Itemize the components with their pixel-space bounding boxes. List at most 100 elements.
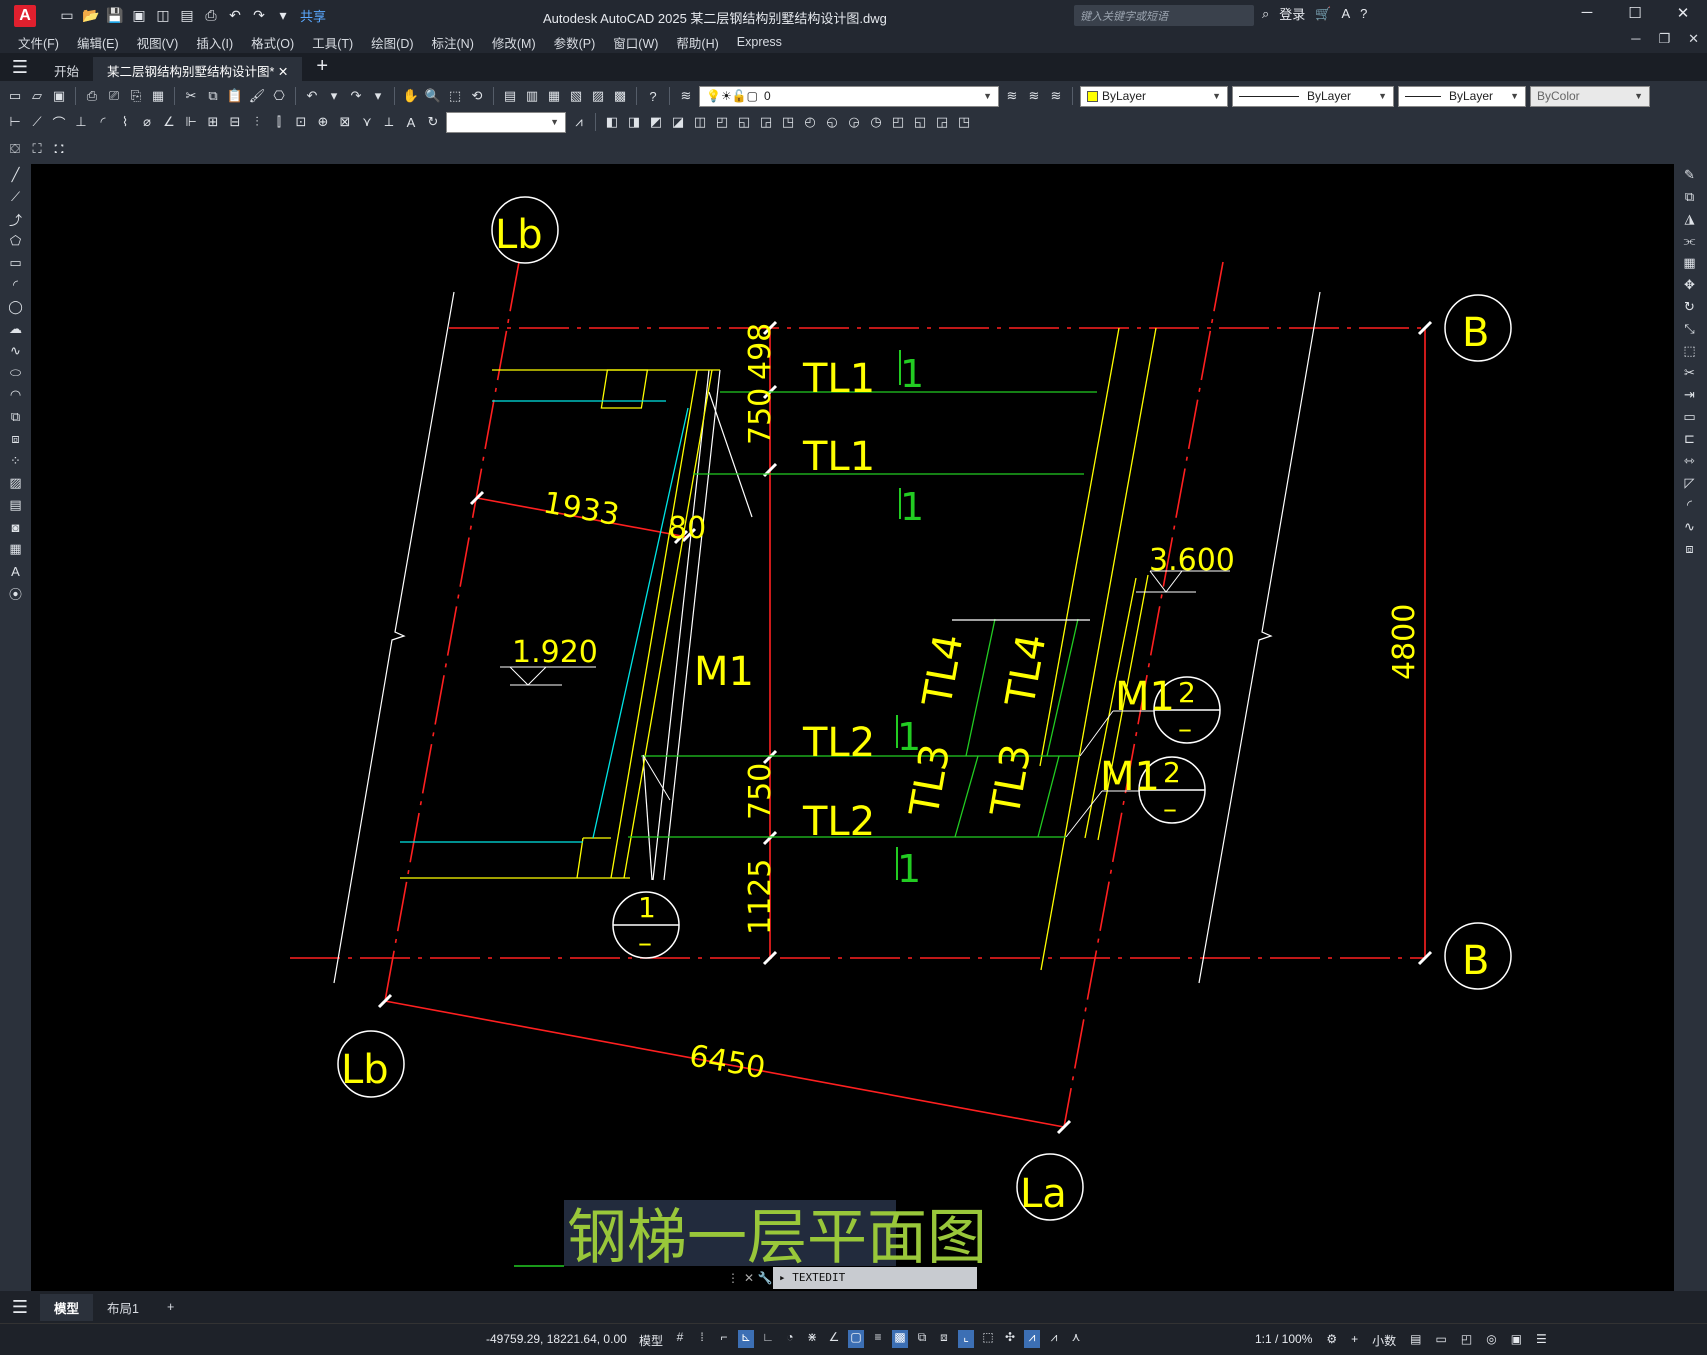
calculator-icon[interactable]: ▩	[611, 87, 629, 105]
selection-filter-icon[interactable]: ⬚	[980, 1330, 996, 1348]
layer-properties-icon[interactable]: ≋	[677, 87, 695, 105]
spline-icon[interactable]: ∿	[0, 340, 31, 362]
scale-icon[interactable]: ⤡	[1674, 318, 1705, 340]
ellipse-arc-icon[interactable]: ◠	[0, 384, 31, 406]
dim-style-dropdown[interactable]: ▼	[446, 111, 566, 133]
grip-icon[interactable]: ⋮	[725, 1271, 741, 1285]
zoom-window-icon[interactable]: ⬚	[446, 87, 464, 105]
arc-icon[interactable]: ◜	[0, 274, 31, 296]
region-icon[interactable]: ◙	[0, 516, 31, 538]
graphics-performance-icon[interactable]: ◎	[1486, 1332, 1496, 1349]
table-icon[interactable]: ▦	[0, 538, 31, 560]
shell-icon[interactable]: ◲	[933, 113, 951, 131]
object-snap-icon[interactable]: ▢	[848, 1330, 864, 1348]
circle-icon[interactable]: ◯	[0, 296, 31, 318]
dim-edit-icon[interactable]: ⟂	[380, 113, 398, 131]
section-plane-icon[interactable]: ◰	[889, 113, 907, 131]
add-layout-button[interactable]: +	[153, 1296, 188, 1318]
union-icon[interactable]: ◴	[801, 113, 819, 131]
mtext-icon[interactable]: A	[0, 560, 31, 582]
layer-state-icon[interactable]: ≋	[1047, 87, 1065, 105]
match-properties-icon[interactable]: ⛋	[6, 140, 24, 158]
workspace-gear-icon[interactable]: ⚙	[1326, 1332, 1337, 1349]
menu-insert[interactable]: 插入(I)	[196, 33, 233, 52]
layer-iso-icon[interactable]: ⛚	[50, 140, 68, 158]
redo-dropdown-icon[interactable]: ▾	[369, 87, 387, 105]
break-icon[interactable]: ⊏	[1674, 428, 1705, 450]
dim-diameter-icon[interactable]: ⌀	[138, 113, 156, 131]
pan-icon[interactable]: ✋	[402, 87, 420, 105]
color-dropdown[interactable]: ByLayer ▼	[1080, 85, 1228, 107]
cut-icon[interactable]: ✂	[182, 87, 200, 105]
tolerance-icon[interactable]: ⊡	[292, 113, 310, 131]
break-at-point-icon[interactable]: ▭	[1674, 406, 1705, 428]
annotation-monitor-icon[interactable]: +	[1351, 1332, 1358, 1349]
menu-file[interactable]: 文件(F)	[18, 33, 59, 52]
menu-help[interactable]: 帮助(H)	[676, 33, 718, 52]
sheet-set-icon[interactable]: ▧	[567, 87, 585, 105]
search-icon[interactable]: ⌕	[1262, 6, 1269, 22]
annotation-visibility-icon[interactable]: ⩘	[1024, 1330, 1040, 1348]
redo-icon[interactable]: ↷	[347, 87, 365, 105]
plot-icon[interactable]: ⎙	[83, 87, 101, 105]
gradient-icon[interactable]: ▤	[0, 494, 31, 516]
inspection-icon[interactable]: ⊠	[336, 113, 354, 131]
annotation-scale-value[interactable]: 1:1 / 100%	[1255, 1332, 1312, 1349]
cart-icon[interactable]: 🛒	[1315, 6, 1331, 22]
zoom-realtime-icon[interactable]: 🔍	[424, 87, 442, 105]
open-web-icon[interactable]: ◫	[154, 7, 172, 25]
fillet-edge-icon[interactable]: ◱	[911, 113, 929, 131]
new-tab-button[interactable]: +	[302, 55, 342, 81]
copy-icon[interactable]: ⧉	[204, 87, 222, 105]
array-icon[interactable]: ▦	[1674, 252, 1705, 274]
presspull-icon[interactable]: ◰	[713, 113, 731, 131]
close-command-icon[interactable]: ✕	[741, 1271, 757, 1285]
grid-icon[interactable]: #	[672, 1330, 688, 1348]
point-icon[interactable]: ⁘	[0, 450, 31, 472]
erase-icon[interactable]: ✎	[1674, 164, 1705, 186]
maximize-icon[interactable]: ☐	[1611, 4, 1659, 22]
autocad-logo-icon[interactable]: A	[14, 4, 36, 27]
paste-icon[interactable]: 📋	[226, 87, 244, 105]
design-center-icon[interactable]: ▥	[523, 87, 541, 105]
dim-continue-icon[interactable]: ⊟	[226, 113, 244, 131]
extend-icon[interactable]: ⇥	[1674, 384, 1705, 406]
dim-update-icon[interactable]: ↻	[424, 113, 442, 131]
file-tabs-menu-icon[interactable]: ☰	[0, 53, 40, 81]
menu-format[interactable]: 格式(O)	[251, 33, 294, 52]
mirror-icon[interactable]: ◮	[1674, 208, 1705, 230]
chamfer-icon[interactable]: ◸	[1674, 472, 1705, 494]
dim-aligned-icon[interactable]: ⟋	[28, 113, 46, 131]
polar-icon[interactable]: ◔	[782, 1330, 798, 1348]
insert-block-icon[interactable]: ⧉	[0, 406, 31, 428]
menu-parametric[interactable]: 参数(P)	[554, 33, 596, 52]
center-mark-icon[interactable]: ⊕	[314, 113, 332, 131]
revolve-icon[interactable]: ◩	[647, 113, 665, 131]
ellipse-icon[interactable]: ⬭	[0, 362, 31, 384]
annotation-scale-icon[interactable]: ⋏	[1068, 1330, 1084, 1348]
dim-style-icon[interactable]: ⩘	[570, 113, 588, 131]
jogged-linear-icon[interactable]: ⋎	[358, 113, 376, 131]
menu-tools[interactable]: 工具(T)	[312, 33, 353, 52]
gizmo-icon[interactable]: ✣	[1002, 1330, 1018, 1348]
new-icon[interactable]: ▭	[58, 7, 76, 25]
dynamic-input-icon[interactable]: ⊾	[738, 1330, 754, 1348]
fillet-icon[interactable]: ◜	[1674, 494, 1705, 516]
join-icon[interactable]: ⇿	[1674, 450, 1705, 472]
subtract-icon[interactable]: ◵	[823, 113, 841, 131]
layout-menu-icon[interactable]: ☰	[0, 1293, 40, 1321]
lineweight-icon[interactable]: ≡	[870, 1330, 886, 1348]
loft-icon[interactable]: ◫	[691, 113, 709, 131]
dim-ordinate-icon[interactable]: ⊥	[72, 113, 90, 131]
blend-curves-icon[interactable]: ∿	[1674, 516, 1705, 538]
polyline-icon[interactable]: ⤴	[0, 208, 31, 230]
menu-edit[interactable]: 编辑(E)	[77, 33, 119, 52]
dim-break-icon[interactable]: ⫿	[270, 113, 288, 131]
linetype-dropdown[interactable]: ByLayer ▼	[1232, 85, 1394, 107]
doc-close-icon[interactable]: ✕	[1688, 31, 1699, 47]
plotstyle-dropdown[interactable]: ByColor ▼	[1530, 85, 1650, 107]
polysolid-icon[interactable]: ◱	[735, 113, 753, 131]
command-input[interactable]: ▸ TEXTEDIT	[773, 1267, 977, 1289]
thicken-icon[interactable]: ◳	[955, 113, 973, 131]
dim-text-edit-icon[interactable]: A	[402, 113, 420, 131]
